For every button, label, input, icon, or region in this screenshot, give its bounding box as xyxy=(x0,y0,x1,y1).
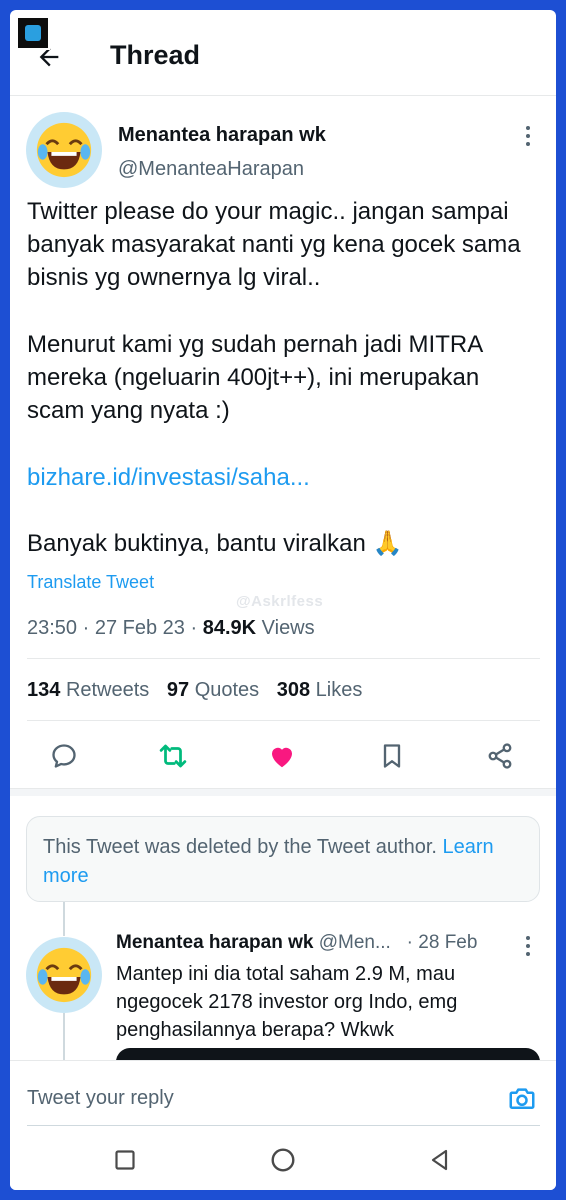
bookmark-icon[interactable] xyxy=(372,736,412,776)
translate-tweet-link[interactable]: Translate Tweet xyxy=(27,572,154,593)
action-bar xyxy=(10,736,556,776)
tweet-meta: 23:50 · 27 Feb 23 · 84.9K Views xyxy=(27,617,315,639)
reply-input[interactable]: Tweet your reply xyxy=(27,1087,174,1110)
author-handle[interactable]: @MenanteaHarapan xyxy=(118,158,304,181)
laughing-emoji-icon xyxy=(36,947,92,1003)
reply-author-name[interactable]: Menantea harapan wk xyxy=(116,932,313,953)
divider xyxy=(27,1125,540,1126)
watermark: @Askrlfess xyxy=(236,593,324,610)
quotes-count: 97 xyxy=(166,679,190,701)
reply-date: · 28 Feb xyxy=(406,932,478,953)
thread-connector xyxy=(63,902,65,936)
retweets-label: Retweets xyxy=(65,679,150,701)
screen: Thread Menantea harapan wk @MenanteaHara… xyxy=(10,10,556,1190)
reply-author-handle[interactable]: @Men... xyxy=(319,932,391,953)
laughing-emoji-icon xyxy=(36,122,92,178)
reply-icon[interactable] xyxy=(44,736,84,776)
reply-text: Mantep ini dia total saham 2.9 M, mau ng… xyxy=(116,963,458,1041)
quotes-stat[interactable]: 97 Quotes xyxy=(167,679,259,701)
section-separator xyxy=(10,788,556,796)
avatar[interactable] xyxy=(26,937,102,1013)
avatar[interactable] xyxy=(26,112,102,188)
divider xyxy=(27,658,540,659)
more-options-icon[interactable] xyxy=(518,124,538,148)
tweet-paragraph: Menurut kami yg sudah pernah jadi MITRA … xyxy=(27,331,482,424)
share-icon[interactable] xyxy=(480,736,520,776)
more-options-icon[interactable] xyxy=(518,934,538,958)
views-count: 84.9K xyxy=(202,617,257,639)
tweet-date: 27 Feb 23 xyxy=(94,617,185,639)
back-triangle-icon[interactable] xyxy=(420,1140,460,1180)
tweet-paragraph: Banyak buktinya, bantu viralkan 🙏 xyxy=(27,530,403,557)
header: Thread xyxy=(10,10,556,96)
system-nav-bar xyxy=(10,1130,556,1190)
likes-label: Likes xyxy=(315,679,363,701)
page-title: Thread xyxy=(110,40,201,70)
reply-header: Menantea harapan wk @Men... · 28 Feb xyxy=(116,932,477,954)
retweets-stat[interactable]: 134 Retweets xyxy=(27,679,149,701)
deleted-notice-text: This Tweet was deleted by the Tweet auth… xyxy=(43,836,437,858)
divider xyxy=(27,720,540,721)
author-name[interactable]: Menantea harapan wk xyxy=(118,124,326,147)
tweet-link[interactable]: bizhare.id/investasi/saha... xyxy=(27,461,542,494)
retweets-count: 134 xyxy=(27,679,61,701)
retweet-icon[interactable] xyxy=(153,736,193,776)
like-icon[interactable] xyxy=(262,736,302,776)
camera-icon[interactable] xyxy=(504,1081,540,1117)
views-label: Views xyxy=(261,617,315,639)
tweet-stats: 134 Retweets 97 Quotes 308 Likes xyxy=(27,679,362,702)
likes-count: 308 xyxy=(276,679,311,701)
home-icon[interactable] xyxy=(263,1140,303,1180)
quotes-label: Quotes xyxy=(194,679,260,701)
likes-stat[interactable]: 308 Likes xyxy=(277,679,363,701)
tweet-time: 23:50 xyxy=(27,617,78,639)
app-badge-icon xyxy=(16,16,50,50)
recents-icon[interactable] xyxy=(105,1140,145,1180)
thread-connector xyxy=(63,1013,65,1065)
tweet-paragraph: Twitter please do your magic.. jangan sa… xyxy=(27,198,521,291)
deleted-tweet-notice: This Tweet was deleted by the Tweet auth… xyxy=(26,816,540,902)
